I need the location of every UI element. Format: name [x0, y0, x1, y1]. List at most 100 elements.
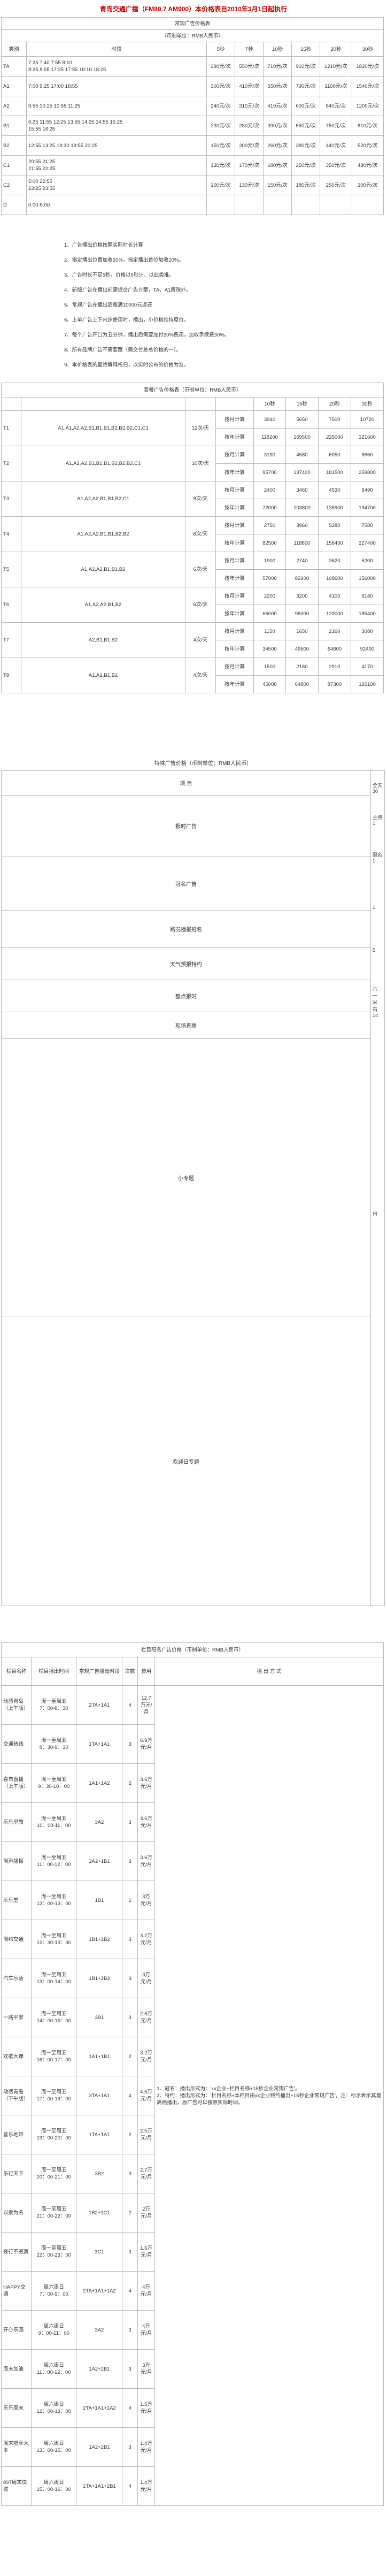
table-row: TA 7:25 7:40 7:55 8:10 8:25 8:55 17:25 17:… [1, 56, 384, 77]
program-slots: 3B1 [76, 1998, 123, 2037]
billing-period: 按年计算 [215, 640, 254, 658]
price-cell: 250元/次 [291, 155, 321, 175]
price-cell: 1900 [253, 552, 286, 570]
price-cell: 92400 [350, 640, 384, 658]
column-header: 栏目名称 [1, 1657, 32, 1686]
program-slots: 2A2+1B1 [76, 1841, 123, 1881]
price-cell: 550元/次 [291, 116, 321, 136]
price-cell: 2910 [318, 658, 351, 676]
billing-period: 按月计算 [215, 410, 254, 429]
price-cell: 710元/次 [263, 56, 292, 77]
billing-period: 按月计算 [215, 516, 254, 534]
program-fee: 3.6万元/月 [137, 1763, 156, 1803]
price-cell: 2200 [253, 587, 286, 605]
program-slots: 1B1 [76, 1881, 123, 1920]
category-cell: B1 [1, 116, 27, 136]
price-cell: 440元/次 [320, 135, 352, 156]
special-ad-section: 欢迎日专题 [2, 1317, 370, 1606]
package-name: T5 [1, 552, 21, 587]
program-fee: 12.7万元/月 [137, 1685, 156, 1725]
program-slots: 1A1+1B1 [76, 2037, 123, 2076]
package-slots: A1,A2,A2,B1,B1,B2,B2 [21, 516, 185, 552]
price-cell: 7580 [350, 516, 384, 534]
price-cell: 2740 [285, 552, 319, 570]
package-price-table: 套餐广告价格表（币制单位：RMB人民币） 10秒 15秒 20秒 30秒 T1 A1,A1,… [1, 383, 384, 693]
price-cell: 4580 [285, 446, 319, 464]
program-fee: 2.6万元/月 [137, 1998, 156, 2037]
program-name: 乐乐早教 [1, 1802, 32, 1842]
price-cell: 2750 [253, 516, 286, 534]
special-ad-caption: 特殊广告价格（币制单位：RMB人民币） [154, 761, 252, 767]
table-row: T7 A2,B1,B1,B2 4次/天 按月计算 1150 1650 2160 3080 [1, 622, 384, 658]
price-cell: 82500 [253, 534, 286, 552]
program-fee: 1.4万元/月 [137, 2427, 156, 2467]
program-slots: 1B1+2B2 [76, 1959, 123, 1998]
package-slots: A1,A2,A2,B1,B1,B2 [21, 552, 185, 587]
package-name: T4 [1, 516, 21, 552]
price-cell: 2160 [318, 622, 351, 640]
price-cell: 225000 [318, 428, 351, 446]
price-cell: 66000 [253, 605, 286, 623]
time-slot-cell: 7:25 7:40 7:55 8:10 8:25 8:55 17:25 17:55… [26, 56, 207, 77]
package-slots: A1,A2,A2,B1,B2 [21, 587, 185, 623]
program-fee: 3.2万元/月 [137, 2037, 156, 2076]
price-cell: 194700 [350, 499, 384, 517]
program-count: 4 [122, 2076, 138, 2115]
price-cell: 6490 [350, 481, 384, 499]
program-count: 3 [122, 1959, 138, 1998]
table-unit: （币制单位：RMB人民币） [1, 29, 384, 42]
category-cell: C1 [1, 155, 27, 175]
program-time: 周一至周五 21：00-22：00 [31, 2193, 77, 2233]
price-cell: 130元/次 [235, 175, 264, 195]
price-cell: 64800 [318, 640, 351, 658]
program-time: 周六周日 12：00-13：00 [31, 2388, 77, 2428]
program-time: 周六周日 9：00-11：00 [31, 2310, 77, 2350]
price-cell: 520元/次 [351, 135, 384, 156]
price-cell: 760元/次 [320, 116, 352, 136]
program-fee: 4.5万元/月 [137, 2076, 156, 2115]
package-name: T2 [1, 446, 21, 481]
note-item: 9、本价格表的最终解释权归，以实时公布的价格为准。 [64, 362, 189, 368]
program-name: HAPPY交通 [1, 2271, 32, 2311]
program-name: 一路平安 [1, 1998, 32, 2037]
program-time: 周一至周五 14：00-16：00 [31, 1998, 77, 2037]
program-sponsor-table: 栏目冠名广告价格（币制单位：RMB人民币） 栏目名称 栏目播出时间 常规广告播出时段次… [1, 1642, 384, 2506]
price-cell: 96000 [285, 605, 319, 623]
price-cell: 10720 [350, 410, 384, 429]
time-slot-cell: 5:00 22:55 23:25 23:55 [26, 175, 207, 195]
column-header: 15秒 [285, 397, 319, 411]
table-row: 动感青岛（上午版） 周一至周五 7：00-8：30 2TA+1A1 4 12.7万元/月 1… [1, 1685, 384, 2506]
price-cell: 150元/次 [206, 135, 236, 156]
price-cell: 5200 [350, 552, 384, 570]
price-cell: 1500 [253, 658, 286, 676]
table-row: A2 9:55 10:25 10:55 11:25 240元/次 310元/次 410元… [1, 96, 384, 116]
program-time: 周六周日 13：00-15：00 [31, 2427, 77, 2467]
price-cell: 3620 [318, 552, 351, 570]
special-ad-note: 冠名 1 [373, 852, 383, 863]
column-header: 30秒 [350, 397, 384, 411]
column-header: 5秒 [206, 42, 236, 57]
program-count: 4 [122, 2271, 138, 2311]
package-frequency: 8次/天 [185, 516, 216, 552]
special-ad-section: 整点报时 [2, 980, 370, 1012]
program-count: 3 [122, 1920, 138, 1959]
billing-period: 按月计算 [215, 658, 254, 676]
category-cell: C2 [1, 175, 27, 195]
price-cell: 3940 [253, 410, 286, 429]
program-name: 开心乐园 [1, 2310, 32, 2350]
program-slots: 1A2+2B1 [76, 2427, 123, 2467]
billing-period: 按年计算 [215, 605, 254, 623]
price-cell: 49500 [285, 640, 319, 658]
price-cell: 3190 [253, 446, 286, 464]
note-item: 8、所有品牌广告不需要跟（需交付总总价格的一）。 [64, 347, 182, 353]
program-slots: 2TA+1A1+1A2 [76, 2271, 123, 2311]
price-cell: 480元/次 [351, 155, 384, 175]
program-count: 3 [122, 2427, 138, 2467]
price-cell: 350元/次 [320, 155, 352, 175]
category-cell: TA [1, 56, 27, 77]
special-ad-note: 1 [373, 905, 376, 910]
package-name: T3 [1, 481, 21, 517]
table-row: C1 20:55 21:25 21:55 22:25 130元/次 170元/次 180元… [1, 155, 384, 175]
package-frequency: 12次/天 [185, 410, 216, 446]
billing-period: 按月计算 [215, 552, 254, 570]
